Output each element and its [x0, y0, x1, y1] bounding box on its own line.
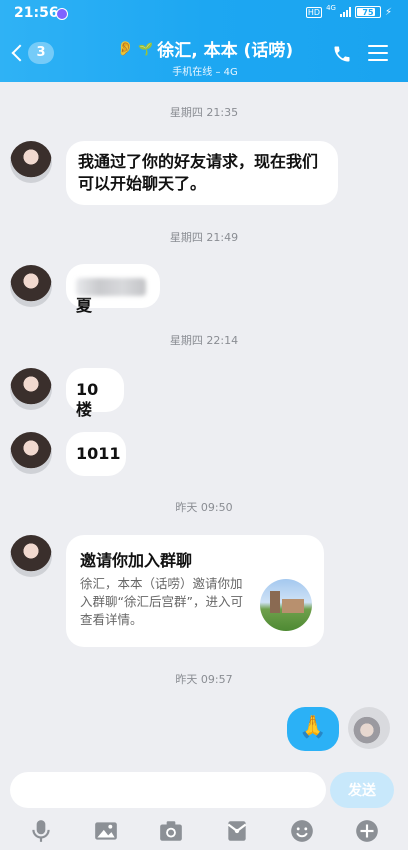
camera-icon[interactable]: [158, 818, 184, 844]
message-bubble[interactable]: 我通过了你的好友请求，现在我们可以开始聊天了。: [66, 141, 338, 205]
chat-title-area[interactable]: 👂 🌱 徐汇, 本本 (话唠) 手机在线 – 4G: [80, 36, 330, 79]
card-title: 邀请你加入群聊: [80, 551, 193, 570]
sprout-icon: 🌱: [138, 41, 154, 56]
phone-icon[interactable]: [332, 44, 352, 64]
notification-icon: [56, 8, 68, 20]
charging-icon: ⚡: [384, 6, 392, 18]
group-thumbnail: [260, 579, 312, 631]
timestamp: 星期四 21:35: [169, 106, 239, 119]
unread-badge: 3: [28, 42, 54, 64]
message-bubble[interactable]: 1011: [66, 432, 126, 476]
hd-icon: HD: [305, 6, 323, 18]
chat-title: 徐汇, 本本 (话唠): [157, 41, 294, 61]
network-label: 4G: [326, 3, 336, 12]
online-status: 手机在线 – 4G: [172, 67, 238, 78]
message-text: 夏: [76, 296, 93, 315]
avatar[interactable]: [10, 368, 52, 410]
send-button[interactable]: 发送: [330, 772, 394, 808]
status-icons: HD 4G 75 ⚡: [305, 3, 392, 18]
input-toolbar: [0, 815, 408, 847]
my-avatar[interactable]: [348, 707, 390, 749]
composer: 发送: [0, 765, 408, 850]
hands-emoji: 🙏: [299, 715, 327, 740]
status-bar: 21:56 HD 4G 75 ⚡: [0, 0, 408, 28]
timestamp: 星期四 21:49: [169, 231, 239, 244]
message-input[interactable]: [10, 772, 326, 808]
message-bubble[interactable]: 夏: [66, 264, 160, 315]
sent-message-bubble[interactable]: 🙏: [287, 707, 339, 751]
status-time: 21:56: [14, 5, 59, 21]
ear-icon: 👂: [116, 40, 135, 57]
avatar[interactable]: [10, 265, 52, 307]
avatar[interactable]: [10, 535, 52, 577]
image-icon[interactable]: [93, 818, 119, 844]
timestamp: 星期四 22:14: [169, 334, 239, 347]
menu-icon[interactable]: [368, 45, 388, 61]
emoji-icon[interactable]: [289, 818, 315, 844]
red-packet-icon[interactable]: [224, 818, 250, 844]
redacted-blur: [76, 277, 146, 296]
chat-header: 21:56 HD 4G 75 ⚡ 3 👂 🌱 徐汇, 本本 (话唠) 手机在线 …: [0, 0, 408, 82]
signal-icon: [339, 7, 351, 17]
chevron-left-icon: [11, 44, 29, 62]
plus-icon[interactable]: [354, 818, 380, 844]
back-button[interactable]: 3: [8, 42, 54, 64]
message-bubble[interactable]: 10楼: [66, 368, 124, 419]
timestamp: 昨天 09:50: [175, 501, 233, 514]
nav-bar: 3 👂 🌱 徐汇, 本本 (话唠) 手机在线 – 4G: [0, 30, 408, 82]
card-description: 徐汇，本本（话唠）邀请你加入群聊“徐汇后宫群”，进入可查看详情。: [80, 576, 243, 627]
battery-icon: 75: [354, 6, 381, 18]
microphone-icon[interactable]: [28, 818, 54, 844]
timestamp: 昨天 09:57: [175, 673, 233, 686]
avatar[interactable]: [10, 141, 52, 183]
group-invite-card[interactable]: 邀请你加入群聊 徐汇，本本（话唠）邀请你加入群聊“徐汇后宫群”，进入可查看详情。: [66, 535, 324, 647]
avatar[interactable]: [10, 432, 52, 474]
